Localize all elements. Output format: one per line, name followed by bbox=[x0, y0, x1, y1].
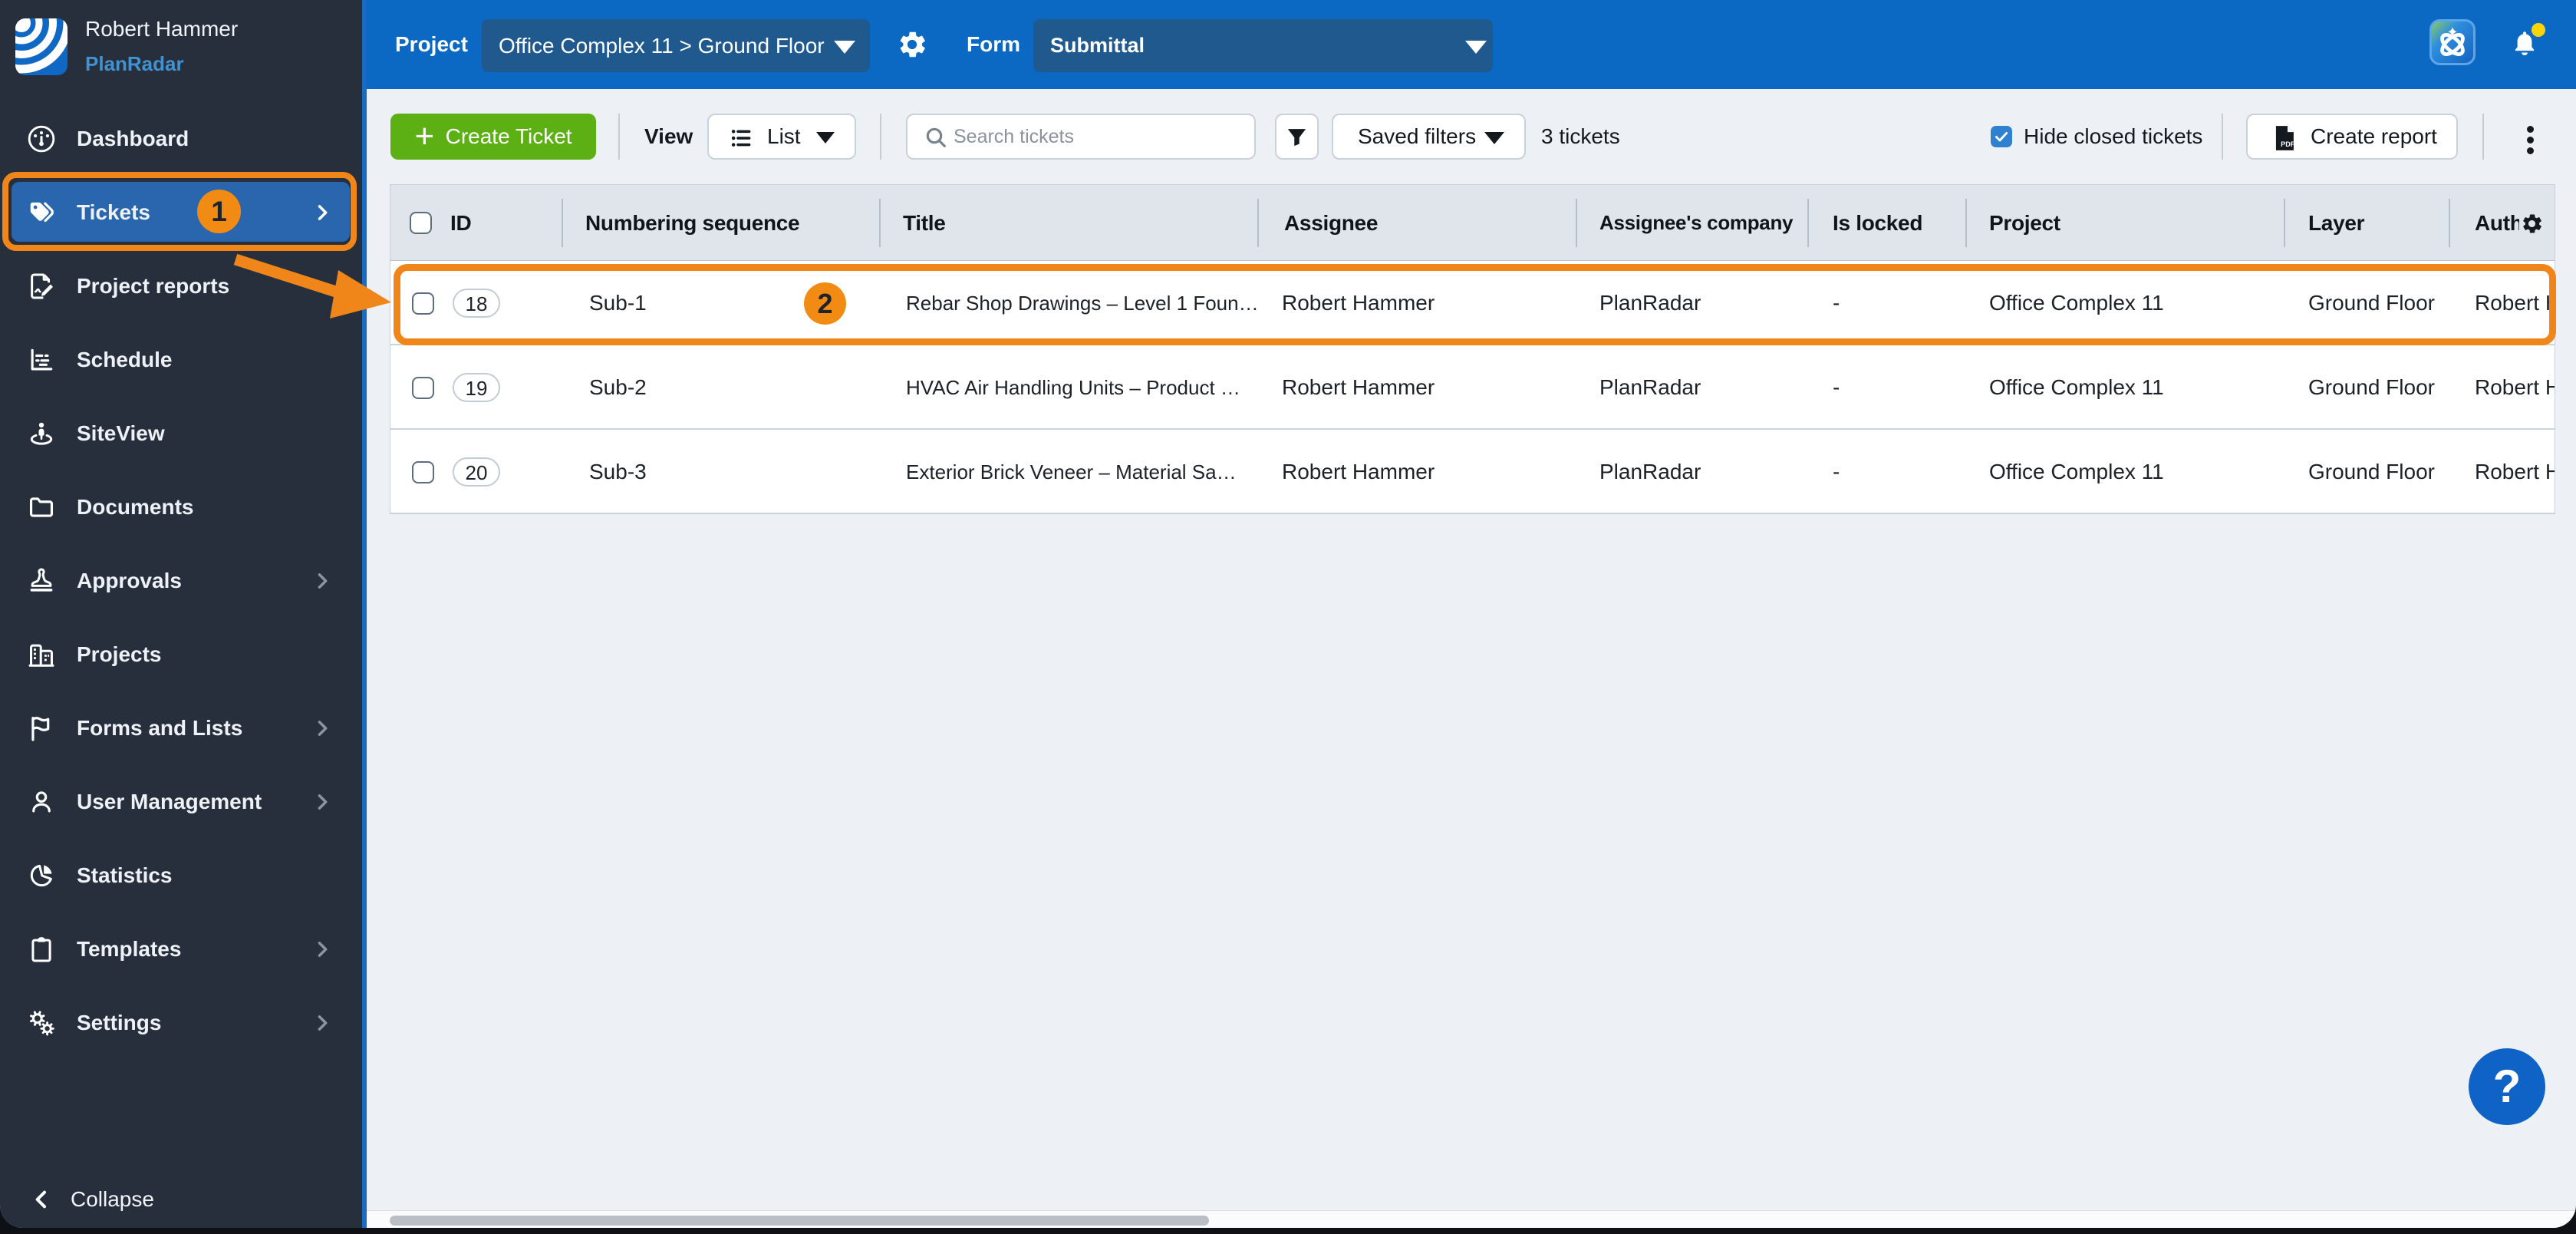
svg-text:PDF: PDF bbox=[2281, 140, 2295, 148]
